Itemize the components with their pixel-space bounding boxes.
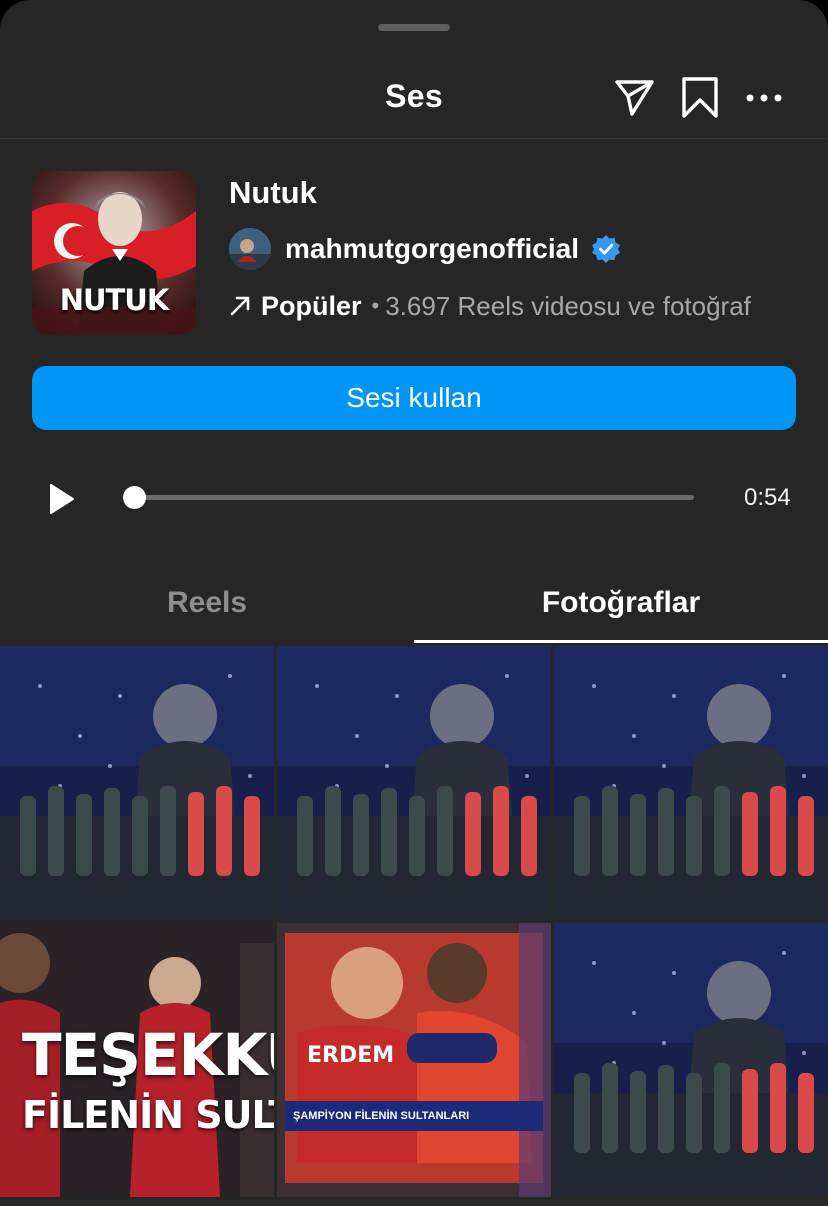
audio-meta: Popüler • 3.697 Reels videosu ve fotoğra…: [229, 286, 751, 326]
tab-photos[interactable]: Fotoğraflar: [414, 586, 828, 620]
overlay-title-line1: TEŞEKKÜRLER: [22, 1021, 274, 1089]
audio-title: Nutuk: [229, 175, 317, 210]
tab-reels[interactable]: Reels: [0, 586, 414, 620]
grid-photo[interactable]: [0, 646, 274, 920]
popular-label: Popüler: [261, 290, 362, 321]
use-audio-button[interactable]: Sesi kullan: [32, 366, 796, 430]
active-tab-indicator: [414, 640, 828, 643]
artist-link[interactable]: mahmutgorgenofficial: [229, 226, 621, 272]
send-icon: [615, 80, 654, 116]
cover-title-text: NUTUK: [59, 283, 170, 317]
meta-separator: •: [371, 293, 380, 318]
sheet-grabber[interactable]: [378, 24, 450, 31]
grid-photo[interactable]: [554, 923, 828, 1197]
verified-badge-icon: [592, 235, 621, 263]
share-button[interactable]: [610, 74, 658, 122]
usage-count: 3.697 Reels videosu ve fotoğraf: [385, 290, 751, 321]
tv-jersey-name: ERDEM: [307, 1043, 395, 1068]
audio-cover-image[interactable]: NUTUK: [32, 171, 196, 335]
header-divider: [0, 138, 828, 139]
overlay-title-line2: FİLENİN SULTANLARI: [22, 1093, 274, 1137]
play-icon[interactable]: [40, 478, 82, 520]
trending-arrow-icon: [230, 296, 250, 316]
audio-duration: 0:54: [744, 484, 791, 511]
bookmark-icon: [682, 77, 718, 118]
grid-photo[interactable]: [554, 646, 828, 920]
audio-scrubber-handle[interactable]: [123, 486, 146, 509]
audio-progress-track[interactable]: [134, 495, 694, 500]
header: Ses: [0, 60, 828, 138]
tv-banner-text: ŞAMPİYON FİLENİN SULTANLARI: [285, 1101, 543, 1131]
grid-photo[interactable]: ERDEM ŞAMPİYON FİLENİN SULTANLARI: [277, 923, 551, 1197]
more-icon: [746, 94, 782, 102]
grid-photo[interactable]: TEŞEKKÜRLER FİLENİN SULTANLARI: [0, 923, 274, 1197]
audio-page-sheet: Ses NUTUK Nutuk mahmutgorgenofficial Pop…: [0, 0, 828, 1206]
more-options-button[interactable]: [740, 74, 788, 122]
artist-name[interactable]: mahmutgorgenofficial: [285, 233, 579, 265]
artist-avatar[interactable]: [229, 228, 271, 270]
grid-photo[interactable]: [277, 646, 551, 920]
save-button[interactable]: [676, 74, 724, 122]
